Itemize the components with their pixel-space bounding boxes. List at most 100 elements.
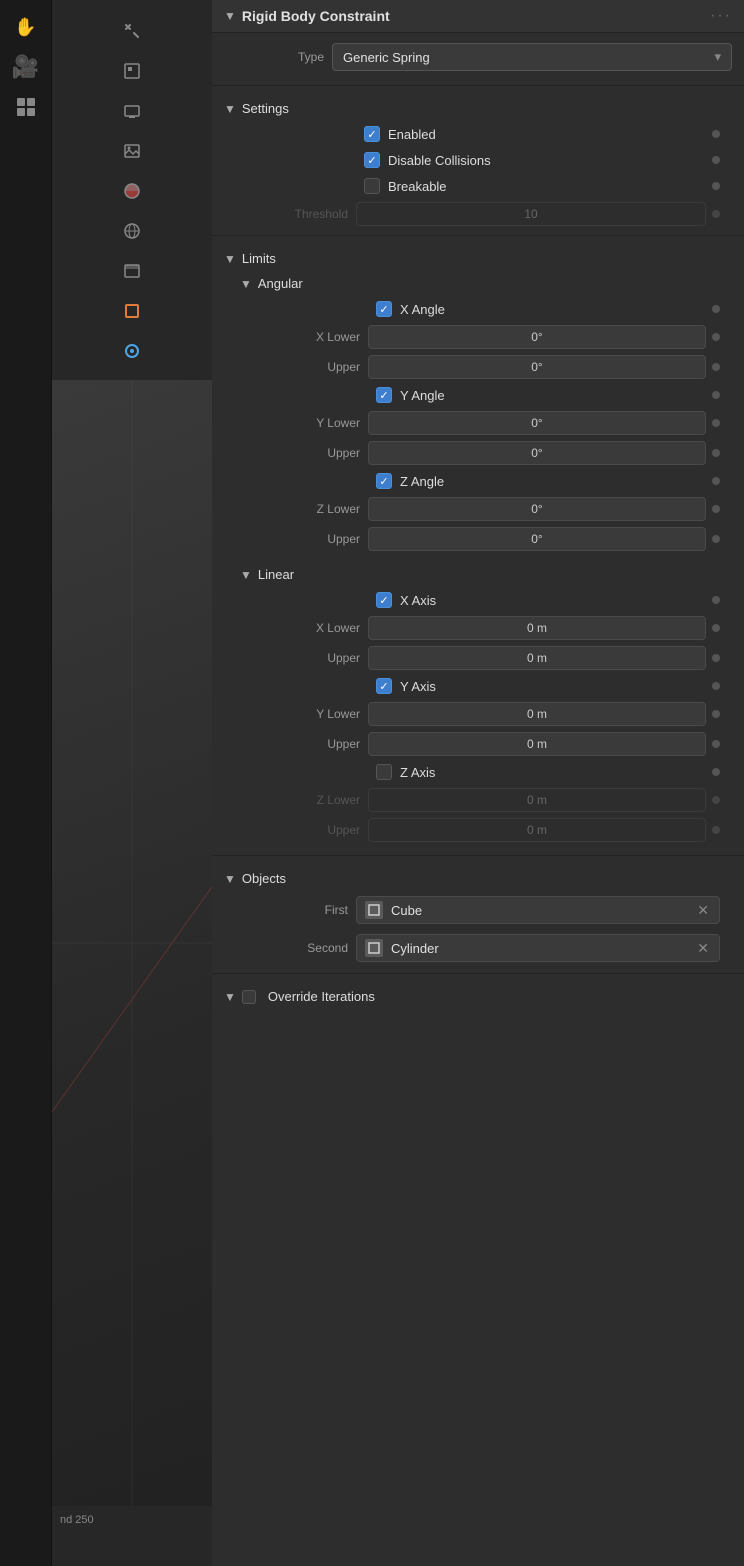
y-lower-lin-label: Y Lower <box>248 707 368 721</box>
type-dropdown[interactable]: Generic Spring ▾ <box>332 43 732 71</box>
y-upper-row: Upper 0° <box>236 438 732 468</box>
z-lower-ang-row: Z Lower 0° <box>236 494 732 524</box>
y-lower-input[interactable]: 0° <box>368 411 706 435</box>
collapse-arrow-linear: ▼ <box>240 568 252 582</box>
x-upper-lin-input[interactable]: 0 m <box>368 646 706 670</box>
y-lower-lin-input-area: 0 m <box>368 702 720 726</box>
z-upper-ang-label: Upper <box>248 532 368 546</box>
z-axis-checkbox[interactable] <box>376 764 392 780</box>
collapse-arrow-settings: ▼ <box>224 102 236 116</box>
second-object-close-icon[interactable]: ✕ <box>695 940 711 957</box>
image-icon[interactable] <box>113 132 151 170</box>
breakable-row: Breakable <box>224 173 732 199</box>
enabled-checkbox[interactable]: ✓ <box>364 126 380 142</box>
y-lower-row: Y Lower 0° <box>236 408 732 438</box>
second-label: Second <box>236 941 356 955</box>
camera-icon[interactable]: 🎥 <box>7 48 45 86</box>
dots-menu[interactable]: ··· <box>710 7 732 25</box>
z-lower-ang-dot <box>712 505 720 513</box>
tools-icon[interactable] <box>113 12 151 50</box>
collapse-arrow-objects: ▼ <box>224 872 236 886</box>
disable-collisions-dot <box>712 156 720 164</box>
archive-icon[interactable] <box>113 252 151 290</box>
override-checkbox[interactable] <box>242 990 256 1004</box>
enabled-label: Enabled <box>388 127 436 142</box>
z-angle-dot <box>712 477 720 485</box>
grid-icon[interactable] <box>7 88 45 126</box>
compositor-icon[interactable] <box>113 172 151 210</box>
x-axis-checkbox[interactable]: ✓ <box>376 592 392 608</box>
scene-icon[interactable] <box>113 52 151 90</box>
z-lower-lin-dot <box>712 796 720 804</box>
y-lower-lin-dot <box>712 710 720 718</box>
angular-container: ▼ Angular ✓ X Angle X Lower 0° <box>224 271 732 554</box>
first-object-row: First Cube ✕ <box>224 891 732 929</box>
x-upper-dot <box>712 363 720 371</box>
x-upper-lin-input-area: 0 m <box>368 646 720 670</box>
collapse-arrow-override: ▼ <box>224 990 236 1004</box>
x-upper-lin-row: Upper 0 m <box>236 643 732 673</box>
object-icon[interactable] <box>113 292 151 330</box>
first-object-selector[interactable]: Cube ✕ <box>356 896 720 924</box>
z-upper-lin-row: Upper 0 m <box>236 815 732 845</box>
x-upper-label: Upper <box>248 360 368 374</box>
y-upper-input[interactable]: 0° <box>368 441 706 465</box>
x-upper-lin-dot <box>712 654 720 662</box>
z-lower-ang-input[interactable]: 0° <box>368 497 706 521</box>
world-icon[interactable] <box>113 212 151 250</box>
z-lower-lin-row: Z Lower 0 m <box>236 785 732 815</box>
x-axis-area: ✓ X Axis <box>376 592 720 608</box>
y-axis-label: Y Axis <box>400 679 436 694</box>
z-angle-area: ✓ Z Angle <box>376 473 720 489</box>
linear-title: Linear <box>258 567 294 582</box>
x-angle-checkbox[interactable]: ✓ <box>376 301 392 317</box>
y-lower-lin-input[interactable]: 0 m <box>368 702 706 726</box>
z-axis-area: Z Axis <box>376 764 720 780</box>
status-text: nd 250 <box>60 1514 94 1526</box>
z-upper-ang-input[interactable]: 0° <box>368 527 706 551</box>
x-lower-input[interactable]: 0° <box>368 325 706 349</box>
threshold-dot <box>712 210 720 218</box>
z-axis-row: Z Axis <box>236 759 732 785</box>
divider-4 <box>212 973 744 974</box>
x-upper-input[interactable]: 0° <box>368 355 706 379</box>
constraint-icon[interactable] <box>113 332 151 370</box>
type-value: Generic Spring <box>343 50 430 65</box>
limits-header[interactable]: ▼ Limits <box>224 246 732 271</box>
z-upper-ang-input-area: 0° <box>368 527 720 551</box>
render-icon[interactable] <box>113 92 151 130</box>
divider-1 <box>212 85 744 86</box>
settings-header[interactable]: ▼ Settings <box>224 96 732 121</box>
collapse-arrow-main[interactable]: ▼ <box>224 9 236 23</box>
first-object-icon <box>365 901 383 919</box>
first-object-close-icon[interactable]: ✕ <box>695 902 711 919</box>
angular-header[interactable]: ▼ Angular <box>236 271 732 296</box>
y-axis-row: ✓ Y Axis <box>236 673 732 699</box>
enabled-dot <box>712 130 720 138</box>
z-upper-ang-row: Upper 0° <box>236 524 732 554</box>
linear-header[interactable]: ▼ Linear <box>236 562 732 587</box>
x-lower-lin-dot <box>712 624 720 632</box>
y-angle-area: ✓ Y Angle <box>376 387 720 403</box>
breakable-checkbox[interactable] <box>364 178 380 194</box>
hand-tool-icon[interactable]: ✋ <box>7 8 45 46</box>
threshold-label: Threshold <box>236 207 356 221</box>
objects-header[interactable]: ▼ Objects <box>224 866 732 891</box>
z-angle-checkbox[interactable]: ✓ <box>376 473 392 489</box>
z-lower-lin-label: Z Lower <box>248 793 368 807</box>
x-lower-label: X Lower <box>248 330 368 344</box>
y-axis-area: ✓ Y Axis <box>376 678 720 694</box>
disable-collisions-checkbox[interactable]: ✓ <box>364 152 380 168</box>
y-angle-checkbox[interactable]: ✓ <box>376 387 392 403</box>
y-axis-checkbox[interactable]: ✓ <box>376 678 392 694</box>
x-upper-row: Upper 0° <box>236 352 732 382</box>
properties-panel: ▼ Rigid Body Constraint ··· Type Generic… <box>212 0 744 1566</box>
y-upper-lin-input[interactable]: 0 m <box>368 732 706 756</box>
z-lower-ang-input-area: 0° <box>368 497 720 521</box>
divider-2 <box>212 235 744 236</box>
z-angle-row: ✓ Z Angle <box>236 468 732 494</box>
second-object-selector[interactable]: Cylinder ✕ <box>356 934 720 962</box>
x-lower-lin-input[interactable]: 0 m <box>368 616 706 640</box>
override-header[interactable]: ▼ Override Iterations <box>224 984 732 1009</box>
settings-section: ▼ Settings ✓ Enabled ✓ Disable Collision… <box>212 90 744 231</box>
